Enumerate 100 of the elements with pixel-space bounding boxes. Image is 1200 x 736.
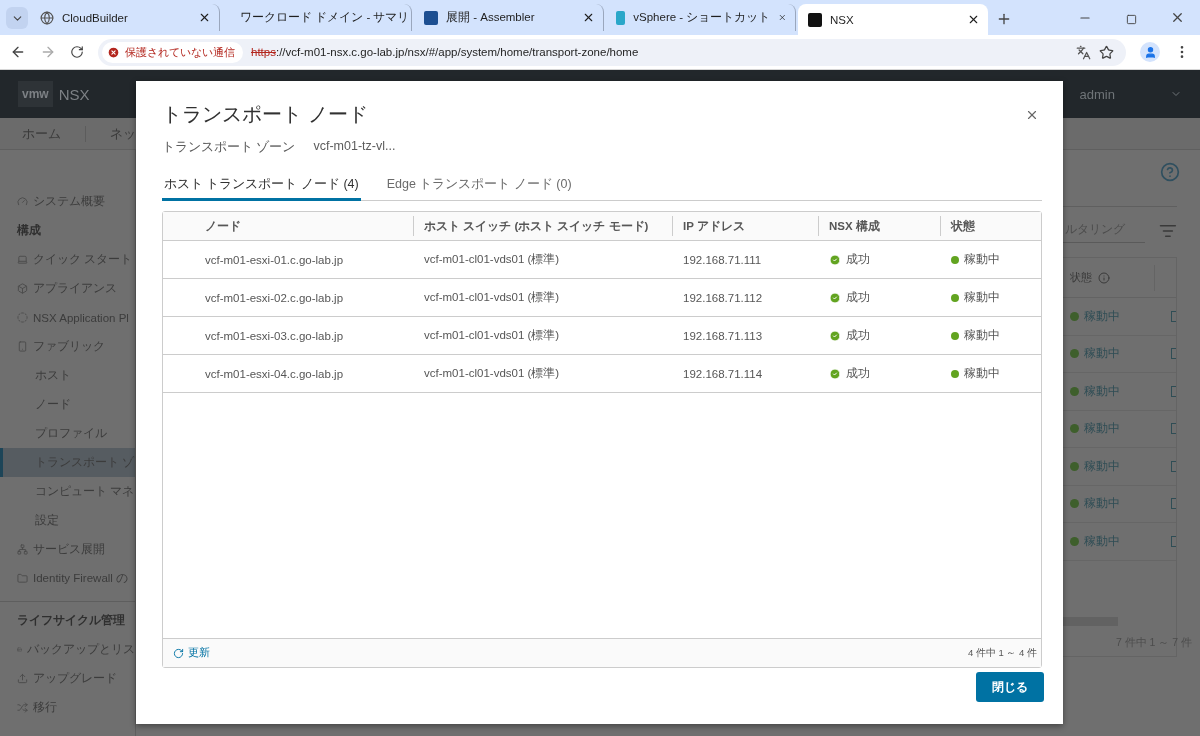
modal-tab[interactable]: ホスト トランスポート ノード (4) (162, 176, 361, 201)
status-text: 稼動中 (1084, 420, 1120, 438)
row-action-icon[interactable] (1171, 498, 1176, 510)
zone-label: トランスポート ゾーン (162, 139, 296, 156)
warning-icon (107, 45, 120, 59)
sidebar-item-icon (17, 673, 28, 684)
sidebar-item-icon (17, 254, 28, 265)
tab-search-button[interactable] (6, 7, 28, 29)
user-icon (1143, 45, 1157, 59)
tab-favicon (808, 12, 822, 27)
browser-tab[interactable]: vSphere - ショートカット (606, 4, 796, 31)
table-cell-text: vcf-m01-esxi-04.c.go-lab.jp (204, 367, 345, 380)
status-dot (951, 255, 959, 264)
modal-tab[interactable]: Edge トランスポート ノード (0) (384, 176, 574, 201)
config-status: 成功 (846, 366, 870, 381)
column-header: ホスト スイッチ (ホスト スイッチ モード) (414, 216, 673, 236)
section-heading: 構成 (16, 223, 42, 238)
tab-favicon (616, 10, 626, 25)
table-cell-text: vcf-m01-esxi-02.c.go-lab.jp (204, 291, 345, 304)
browser-tab[interactable]: NSX (798, 4, 988, 35)
plus-icon (996, 11, 1012, 27)
scrollbar-thumb[interactable] (1063, 616, 1118, 626)
filter-icon[interactable] (1159, 222, 1177, 240)
success-icon (829, 329, 841, 342)
config-status: 成功 (846, 252, 870, 267)
reload-icon[interactable] (70, 45, 84, 59)
config-status: 成功 (846, 290, 870, 305)
sidebar-item-icon (17, 702, 28, 713)
row-action-icon[interactable] (1171, 460, 1176, 472)
modal-title: トランスポート ノード (162, 102, 368, 127)
sidebar-item-icon (17, 312, 28, 323)
status-dot (1070, 349, 1079, 359)
sidebar-item-icon (17, 283, 28, 294)
table-cell-text: vcf-m01-cl01-vds01 (標準) (423, 366, 561, 381)
status-text: 稼動中 (964, 290, 1000, 305)
address-bar[interactable]: 保護されていない通信 https://vcf-m01-nsx.c.go-lab.jp/nsx/#/app/system/home/transport-zone/home (98, 38, 1126, 66)
sidebar-item-icon (17, 341, 28, 352)
table-cell-text: vcf-m01-cl01-vds01 (標準) (423, 252, 561, 267)
row-count: 4 件中 1 ～ 4 件 (967, 646, 1037, 660)
logo: vmw (18, 81, 53, 107)
status-dot (951, 369, 959, 378)
new-tab-button[interactable] (996, 11, 1012, 27)
back-icon[interactable] (10, 44, 26, 60)
column-header: 状態 (949, 219, 976, 234)
success-icon (829, 367, 841, 380)
config-status: 成功 (846, 328, 870, 343)
row-action-icon[interactable] (1171, 385, 1176, 397)
row-action-icon[interactable] (1171, 535, 1176, 547)
help-icon[interactable] (1160, 162, 1180, 182)
status-text: 稼動中 (964, 328, 1000, 343)
sidebar-item-icon (17, 573, 28, 584)
table-cell-text: vcf-m01-esxi-01.c.go-lab.jp (204, 253, 345, 266)
user-name[interactable]: admin (1079, 86, 1115, 102)
status-dot (1070, 311, 1079, 321)
url-text: https://vcf-m01-nsx.c.go-lab.jp/nsx/#/app/system/home/transport-zone/home (251, 46, 640, 58)
close-icon[interactable] (198, 11, 211, 24)
zone-value: vcf-m01-tz-vl... (313, 139, 396, 155)
section-heading: ライフサイクル管理 (16, 613, 126, 628)
status-text: 稼動中 (1084, 345, 1120, 363)
refresh-button[interactable]: 更新 (173, 646, 210, 660)
status-dot (1070, 386, 1079, 396)
status-dot (1070, 499, 1079, 509)
translate-icon[interactable] (1076, 44, 1091, 60)
column-header: IP アドレス (673, 216, 819, 236)
table-cell-text: vcf-m01-esxi-03.c.go-lab.jp (204, 329, 345, 342)
forward-icon[interactable] (40, 44, 56, 60)
info-icon[interactable] (1098, 271, 1110, 284)
star-icon[interactable] (1099, 44, 1114, 60)
success-icon (829, 253, 841, 266)
table-cell-text: vcf-m01-cl01-vds01 (標準) (423, 290, 561, 305)
sidebar-item-icon (17, 544, 28, 555)
status-text: 稼動中 (1084, 457, 1120, 475)
sidebar-item-icon (17, 644, 22, 655)
status-dot (1070, 536, 1079, 546)
table-cell-text: 192.168.71.111 (682, 253, 763, 266)
status-dot (951, 293, 959, 302)
success-icon (829, 291, 841, 304)
row-action-icon[interactable] (1171, 423, 1176, 435)
maximize-icon (1125, 14, 1137, 25)
status-text: 稼動中 (964, 252, 1000, 267)
globe-icon (40, 10, 54, 25)
row-action-icon[interactable] (1171, 310, 1176, 322)
tab-favicon (424, 10, 438, 25)
status-text: 稼動中 (1084, 495, 1120, 513)
status-dot (1070, 424, 1079, 434)
status-dot (951, 331, 959, 340)
close-icon[interactable] (582, 11, 595, 24)
row-action-icon[interactable] (1171, 348, 1176, 360)
close-icon[interactable] (967, 13, 980, 26)
sidebar-item-icon (17, 196, 28, 207)
close-dialog-button[interactable]: 閉じる (976, 672, 1044, 702)
table-cell-text: 192.168.71.114 (682, 367, 764, 380)
security-chip[interactable]: 保護されていない通信 (102, 41, 243, 63)
browser-tab[interactable]: CloudBuilder (30, 4, 220, 31)
profile-button[interactable] (1140, 42, 1160, 62)
table-cell-text: 192.168.71.113 (682, 329, 764, 342)
refresh-icon (173, 647, 184, 659)
status-text: 稼動中 (1084, 307, 1120, 325)
table-cell-text: 192.168.71.112 (682, 291, 764, 304)
browser-tab[interactable]: 展開 - Assembler (414, 4, 604, 31)
